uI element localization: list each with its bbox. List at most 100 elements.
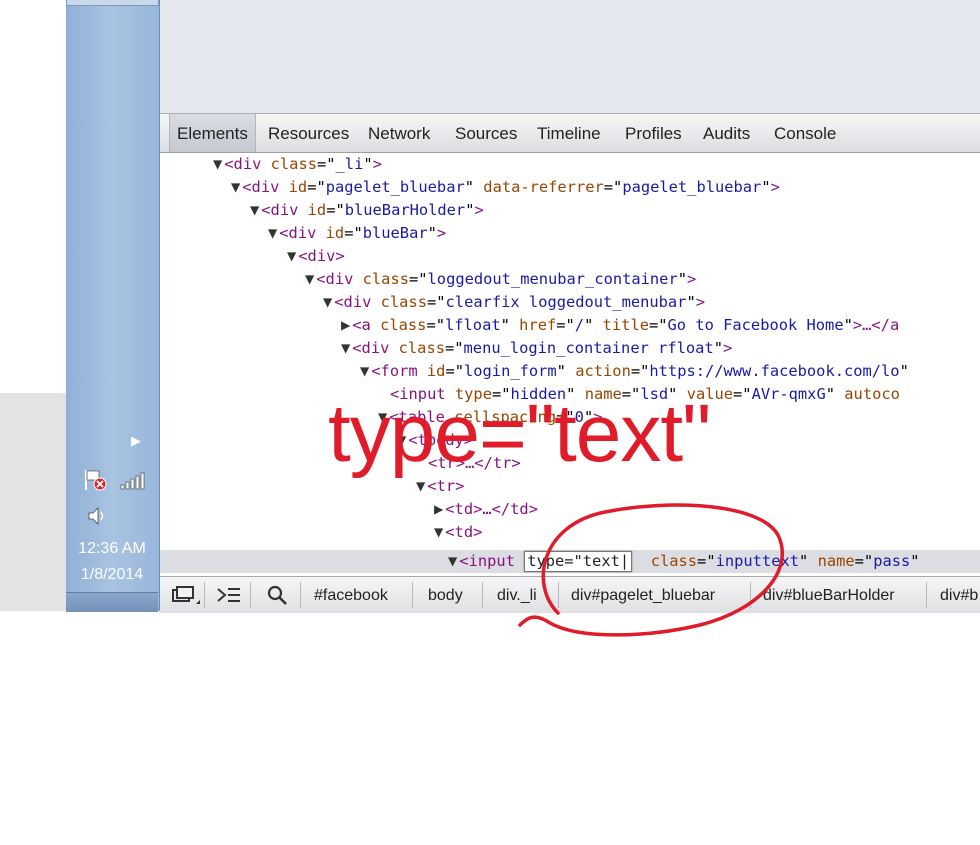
- dom-attribute-name[interactable]: id: [289, 178, 308, 196]
- dom-tag[interactable]: <td: [445, 500, 473, 518]
- dom-attribute-value[interactable]: pagelet_bluebar: [622, 178, 761, 196]
- breadcrumb-separator: [482, 582, 483, 608]
- dom-line[interactable]: ▶ <a class="lfloat" href="/" title="Go to…: [341, 314, 899, 336]
- collapse-triangle-icon[interactable]: ▼: [323, 293, 332, 311]
- status-separator: [204, 582, 205, 608]
- network-signal-icon[interactable]: [119, 472, 147, 490]
- dom-attribute-value[interactable]: menu_login_container rfloat: [464, 339, 714, 357]
- collapse-triangle-icon[interactable]: ▼: [434, 523, 443, 541]
- dom-attribute-value[interactable]: https://www.facebook.com/lo: [649, 362, 899, 380]
- windows-taskbar: [66, 0, 160, 611]
- dom-line[interactable]: ▼ <td>: [434, 521, 482, 543]
- expand-triangle-icon[interactable]: ▼: [448, 552, 457, 570]
- dom-attribute-value[interactable]: Go to Facebook Home: [668, 316, 844, 334]
- dom-attribute-value[interactable]: blueBar: [363, 224, 428, 242]
- tab-sources[interactable]: Sources: [455, 114, 517, 152]
- dom-line[interactable]: ▼ <form id="login_form" action="https://w…: [360, 360, 909, 382]
- dom-tag[interactable]: <td: [445, 523, 473, 541]
- dom-attribute-name[interactable]: class: [271, 155, 317, 173]
- tab-resources[interactable]: Resources: [268, 114, 349, 152]
- tab-network[interactable]: Network: [368, 114, 430, 152]
- dom-line[interactable]: ▼ <div id="blueBarHolder">: [250, 199, 484, 221]
- action-center-flag-icon[interactable]: [83, 468, 109, 492]
- collapse-triangle-icon[interactable]: ▼: [231, 178, 240, 196]
- tab-timeline[interactable]: Timeline: [537, 114, 601, 152]
- dom-attribute-name[interactable]: title: [603, 316, 649, 334]
- dom-attribute-name[interactable]: id: [326, 224, 345, 242]
- dom-attribute-value[interactable]: clearfix loggedout_menubar: [446, 293, 687, 311]
- dom-attribute-value[interactable]: /: [575, 316, 584, 334]
- tab-elements[interactable]: Elements: [169, 114, 256, 152]
- breadcrumb-facebook[interactable]: #facebook: [314, 577, 388, 613]
- dom-tag[interactable]: <div: [279, 224, 316, 242]
- dom-attribute-name[interactable]: id: [427, 362, 446, 380]
- breadcrumb-separator: [926, 582, 927, 608]
- dom-attribute-value[interactable]: pass: [873, 552, 910, 570]
- collapse-triangle-icon[interactable]: ▼: [305, 270, 314, 288]
- dom-attribute-value[interactable]: AVr-qmxG: [752, 385, 826, 403]
- expand-triangle-icon[interactable]: ▶: [341, 316, 350, 334]
- dom-line[interactable]: ▼ <div class="clearfix loggedout_menubar"…: [323, 291, 705, 313]
- dom-tag-close: >: [473, 523, 483, 541]
- status-separator: [300, 582, 301, 608]
- tab-audits[interactable]: Audits: [703, 114, 750, 152]
- dom-tag[interactable]: <div: [334, 293, 371, 311]
- console-drawer-icon[interactable]: [214, 577, 244, 613]
- dom-tag-name: input: [468, 552, 515, 570]
- dom-attribute-name[interactable]: class: [363, 270, 409, 288]
- dom-line[interactable]: ▼ <div>: [287, 245, 345, 267]
- taskbar-button[interactable]: [66, 0, 159, 6]
- dom-tag[interactable]: <div: [352, 339, 389, 357]
- dom-line[interactable]: ▼ <div class="menu_login_container rfloat…: [341, 337, 732, 359]
- clock-date[interactable]: 1/8/2014: [66, 566, 158, 584]
- dom-attribute-value[interactable]: _li: [336, 155, 364, 173]
- dom-line[interactable]: ▼ <div class="loggedout_menubar_container…: [305, 268, 696, 290]
- speaker-icon[interactable]: [86, 505, 110, 527]
- clock-time[interactable]: 12:36 AM: [66, 540, 158, 558]
- dock-toggle-icon[interactable]: [168, 577, 202, 613]
- dom-tag[interactable]: <div: [316, 270, 353, 288]
- dom-attribute-name[interactable]: action: [575, 362, 631, 380]
- dom-line[interactable]: ▼ <div id="pagelet_bluebar" data-referrer…: [231, 176, 780, 198]
- dom-attribute-name[interactable]: autoco: [844, 385, 900, 403]
- collapse-triangle-icon[interactable]: ▼: [287, 247, 296, 265]
- dom-tag[interactable]: <div: [224, 155, 261, 173]
- expand-triangle-icon[interactable]: ▶: [434, 500, 443, 518]
- dom-attribute-name[interactable]: class: [381, 293, 427, 311]
- dom-attribute-name[interactable]: id: [308, 201, 327, 219]
- annotation-text: type="text": [328, 388, 711, 479]
- dom-tag[interactable]: <div: [298, 247, 335, 265]
- dom-tag[interactable]: <div: [261, 201, 298, 219]
- dom-attribute-value[interactable]: blueBarHolder: [345, 201, 465, 219]
- dom-tag[interactable]: <form: [371, 362, 417, 380]
- collapse-triangle-icon[interactable]: ▼: [250, 201, 259, 219]
- dom-attribute-value[interactable]: pagelet_bluebar: [326, 178, 465, 196]
- dom-tag[interactable]: <div: [242, 178, 279, 196]
- show-hidden-icons-arrow-icon[interactable]: ▶: [131, 434, 141, 449]
- dom-attribute-name[interactable]: data-referrer: [483, 178, 603, 196]
- show-desktop-button[interactable]: [66, 592, 158, 612]
- breadcrumb-body[interactable]: body: [428, 577, 463, 613]
- collapse-triangle-icon[interactable]: ▼: [341, 339, 350, 357]
- dom-line[interactable]: ▼ <div class="_li">: [213, 153, 382, 175]
- collapse-triangle-icon[interactable]: ▼: [213, 155, 222, 173]
- dom-attribute-value[interactable]: lfloat: [445, 316, 501, 334]
- dom-attribute-value[interactable]: login_form: [464, 362, 557, 380]
- collapse-triangle-icon[interactable]: ▼: [268, 224, 277, 242]
- search-icon[interactable]: [264, 577, 292, 613]
- dom-attribute-name[interactable]: href: [519, 316, 556, 334]
- desktop-background-lower: [0, 393, 66, 611]
- dom-attribute-value[interactable]: loggedout_menubar_container: [428, 270, 678, 288]
- dom-attribute-name[interactable]: name: [818, 552, 855, 570]
- dom-tag[interactable]: <a: [352, 316, 371, 334]
- dom-tag-close: >: [770, 178, 780, 196]
- dom-attribute-name[interactable]: class: [399, 339, 445, 357]
- collapse-triangle-icon[interactable]: ▼: [360, 362, 369, 380]
- annotation-circle: [518, 503, 784, 637]
- tab-profiles[interactable]: Profiles: [625, 114, 682, 152]
- desktop-background: [0, 0, 66, 393]
- dom-attribute-name[interactable]: class: [380, 316, 426, 334]
- dom-line[interactable]: ▼ <div id="blueBar">: [268, 222, 446, 244]
- tab-console[interactable]: Console: [774, 114, 836, 152]
- breadcrumb-div-b[interactable]: div#b: [940, 577, 978, 613]
